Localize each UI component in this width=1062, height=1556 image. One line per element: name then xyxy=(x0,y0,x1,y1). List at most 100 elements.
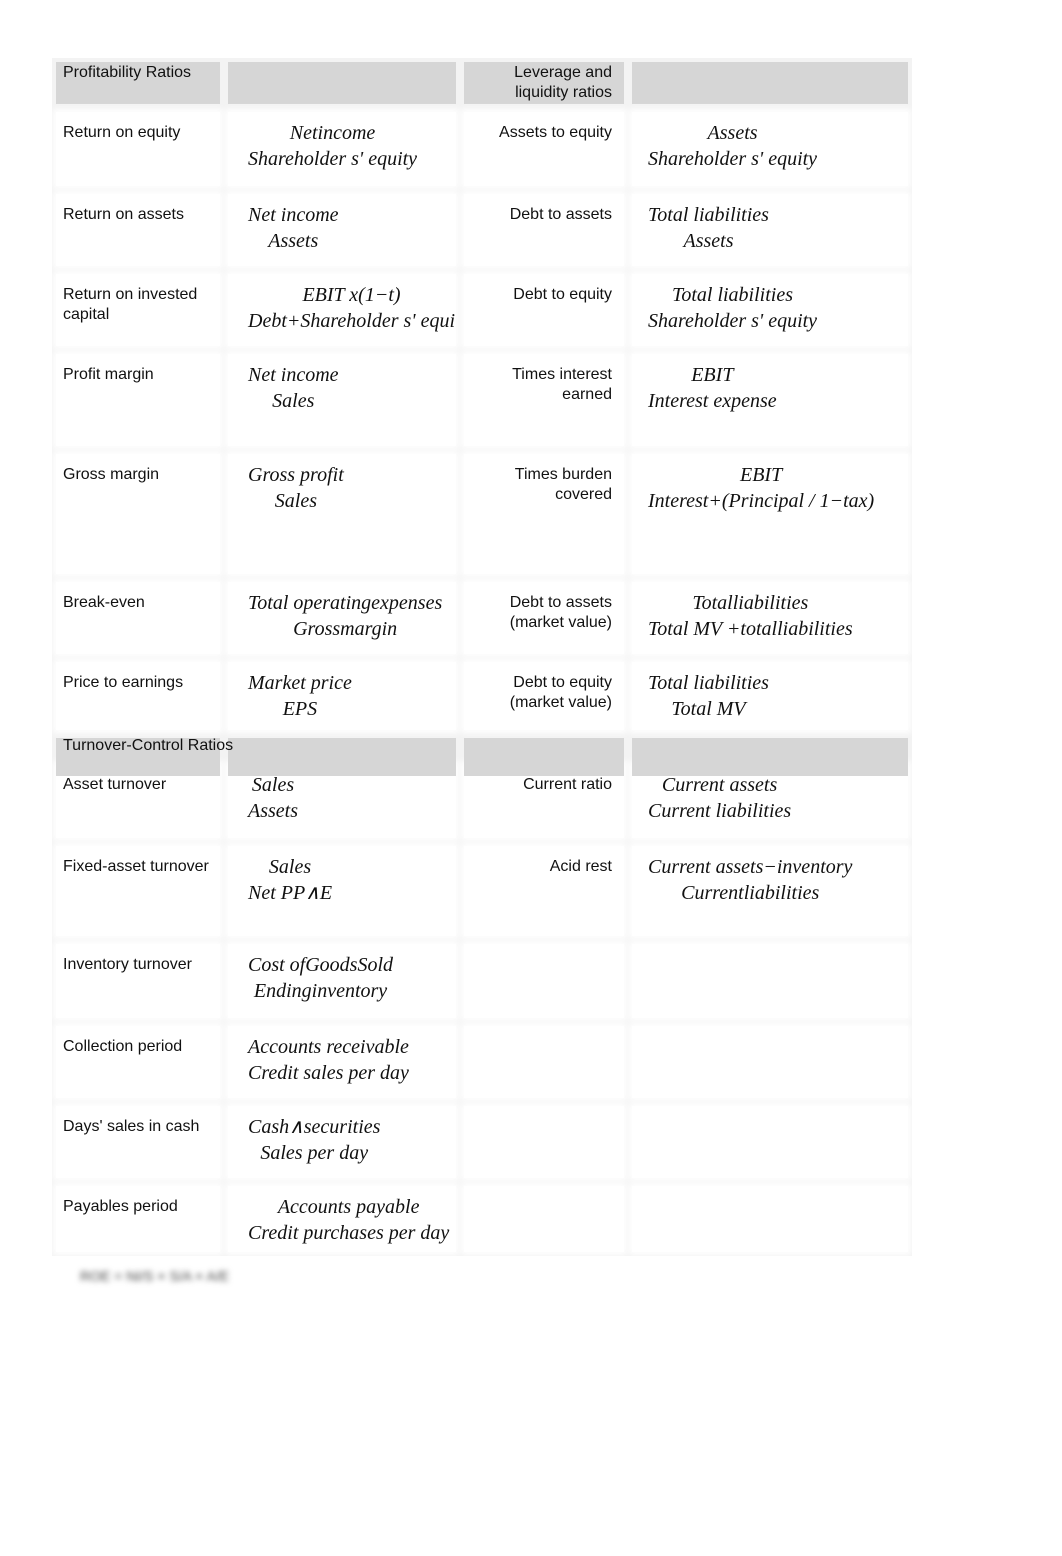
denominator: Sales xyxy=(274,490,317,512)
denominator: Total MV xyxy=(671,698,746,720)
numerator: Cost ofGoodsSold xyxy=(248,954,394,976)
formula: Accounts receivable Credit sales per day xyxy=(248,1034,409,1086)
numerator: Total liabilities xyxy=(672,284,794,306)
denominator: EPS xyxy=(282,698,318,720)
formula: Accounts payable Credit purchases per day xyxy=(248,1194,449,1246)
row-label: Inventory turnover xyxy=(63,956,192,973)
ratios-table: Profitability Ratios Leverage and liquidi… xyxy=(52,58,912,1256)
row-label: Return on invested capital xyxy=(63,286,198,323)
row-label-right: Times burden covered xyxy=(514,466,612,503)
formula: Net income Sales xyxy=(248,362,339,414)
numerator: Market price xyxy=(248,672,352,694)
denominator: Credit sales per day xyxy=(248,1062,409,1084)
section-header-turnover: Turnover-Control Ratios xyxy=(63,737,234,754)
table-cell xyxy=(464,1106,624,1178)
formula: EBIT x(1−t) Debt+Shareholder s' equi xyxy=(248,282,455,334)
denominator: Currentliabilities xyxy=(681,882,820,904)
formula: Assets Shareholder s' equity xyxy=(648,120,817,172)
table-cell xyxy=(632,1026,908,1098)
denominator: Interest expense xyxy=(648,390,777,412)
denominator: Shareholder s' equity xyxy=(648,310,818,332)
table-cell xyxy=(464,944,624,1018)
row-label: Asset turnover xyxy=(63,776,167,793)
numerator: Net income xyxy=(248,364,339,386)
numerator: Sales xyxy=(268,856,312,878)
denominator: Total MV +totalliabilities xyxy=(648,618,853,640)
denominator: Sales per day xyxy=(260,1142,369,1164)
numerator: EBIT xyxy=(739,464,783,486)
row-label: Gross margin xyxy=(63,466,160,483)
denominator: Net PP∧E xyxy=(248,882,333,904)
numerator: EBIT x(1−t) xyxy=(302,284,401,306)
row-label-right: Assets to equity xyxy=(499,124,612,141)
row-label: Days' sales in cash xyxy=(63,1118,200,1135)
numerator: Net income xyxy=(248,204,339,226)
section-header-leverage: Leverage and liquidity ratios xyxy=(514,64,612,101)
row-label: Profit margin xyxy=(63,366,154,383)
row-label: Collection period xyxy=(63,1038,183,1055)
formula: Totalliabilities Total MV +totalliabiliti… xyxy=(648,590,853,642)
numerator: Totalliabilities xyxy=(692,592,809,614)
row-label: Return on assets xyxy=(63,206,184,223)
denominator: Sales xyxy=(272,390,315,412)
denominator: Current liabilities xyxy=(648,800,792,822)
formula: Gross profit Sales xyxy=(248,462,344,514)
denominator: Shareholder s' equity xyxy=(248,148,418,170)
denominator: Shareholder s' equity xyxy=(648,148,818,170)
numerator: Accounts receivable xyxy=(248,1036,409,1058)
row-label: Price to earnings xyxy=(63,674,184,691)
formula: Netincome Shareholder s' equity xyxy=(248,120,417,172)
numerator: Current assets−inventory xyxy=(648,856,853,878)
formula: Cash∧securities Sales per day xyxy=(248,1114,380,1166)
row-label-right: Debt to equity xyxy=(513,286,612,303)
numerator: EBIT xyxy=(691,364,734,386)
section-header-profitability: Profitability Ratios xyxy=(63,64,192,81)
denominator: Assets xyxy=(248,800,298,822)
numerator: Gross profit xyxy=(248,464,344,486)
denominator: Grossmargin xyxy=(293,618,398,640)
denominator: Endinginventory xyxy=(253,980,388,1002)
table-cell xyxy=(56,1186,220,1252)
table-cell xyxy=(632,1106,908,1178)
formula: Current assets−inventory Currentliabiliti… xyxy=(648,854,852,906)
table-cell xyxy=(464,1026,624,1098)
row-label-right: Acid rest xyxy=(549,858,612,875)
row-label-right: Current ratio xyxy=(523,776,612,793)
denominator: Assets xyxy=(268,230,319,252)
formula: Market price EPS xyxy=(248,670,352,722)
table-cell xyxy=(632,62,908,104)
denominator: Credit purchases per day xyxy=(248,1222,450,1244)
row-label: Fixed-asset turnover xyxy=(63,858,209,875)
formula: Total operatingexpenses Grossmargin xyxy=(248,590,442,642)
row-label-right: Times interest earned xyxy=(512,366,612,403)
numerator: Total operatingexpenses xyxy=(248,592,443,614)
row-label: Payables period xyxy=(63,1198,178,1215)
row-label: Return on equity xyxy=(63,124,181,141)
numerator: Cash∧securities xyxy=(248,1116,381,1138)
row-label-right: Debt to assets xyxy=(509,206,612,223)
formula: EBIT Interest expense xyxy=(648,362,777,414)
table-cell xyxy=(464,1186,624,1252)
table-cell xyxy=(464,738,624,776)
row-label-right: Debt to assets (market value) xyxy=(509,594,612,631)
denominator: Debt+Shareholder s' equi xyxy=(248,310,456,332)
row-label: Break-even xyxy=(63,594,145,611)
formula: EBIT Interest+(Principal / 1−tax) xyxy=(648,462,874,514)
numerator: Netincome xyxy=(289,122,376,144)
formula: Net income Assets xyxy=(248,202,339,254)
formula: Sales Assets xyxy=(248,772,298,824)
blurred-footer-text: ROE = NI/S × S/A × A/E xyxy=(80,1268,230,1284)
row-label-right: Debt to equity (market value) xyxy=(509,674,612,711)
numerator: Total liabilities xyxy=(648,204,769,226)
formula: Total liabilities Shareholder s' equity xyxy=(648,282,817,334)
numerator: Assets xyxy=(707,122,758,144)
formula: Cost ofGoodsSold Endinginventory xyxy=(248,952,393,1004)
denominator: Assets xyxy=(683,230,734,252)
denominator: Interest+(Principal / 1−tax) xyxy=(648,490,875,512)
formula: Total liabilities Assets xyxy=(648,202,769,254)
formula: Sales Net PP∧E xyxy=(248,854,332,906)
table-cell xyxy=(632,738,908,776)
formula: Current assets Current liabilities xyxy=(648,772,791,824)
table-cell xyxy=(632,1186,908,1252)
formula: Total liabilities Total MV xyxy=(648,670,769,722)
